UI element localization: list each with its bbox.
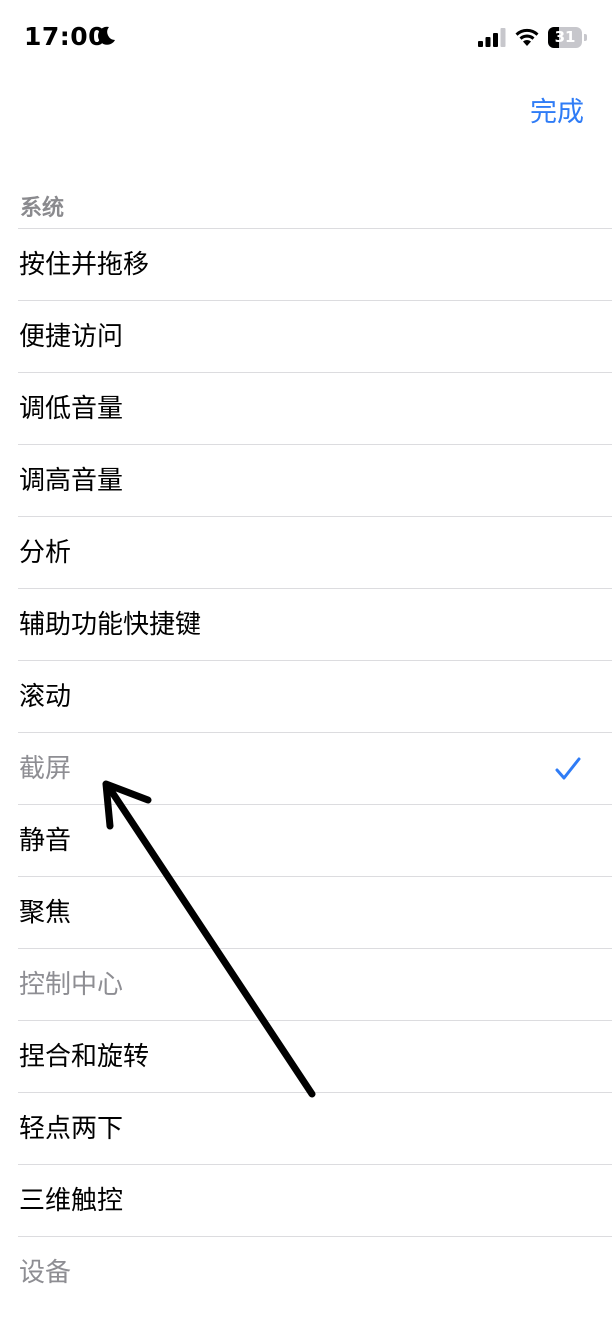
battery-body: 31 <box>548 27 582 48</box>
list-item-label: 按住并拖移 <box>19 250 150 280</box>
list-item-label: 设备 <box>19 1258 72 1288</box>
battery-level: 31 <box>554 28 576 46</box>
list-item-label: 控制中心 <box>19 970 124 1000</box>
settings-list: 按住并拖移便捷访问调低音量调高音量分析辅助功能快捷键 滚动截屏静音聚焦控制中心捏合… <box>18 228 612 1308</box>
moon-icon <box>98 26 115 45</box>
list-item[interactable]: 调低音量 <box>18 372 612 444</box>
list-item[interactable]: 按住并拖移 <box>18 228 612 300</box>
list-item-label: 滚动 <box>19 682 72 712</box>
battery-icon: 31 <box>548 27 588 48</box>
list-item-label: 轻点两下 <box>19 1114 124 1144</box>
section-header: 系统 <box>20 196 65 221</box>
battery-cap <box>584 34 587 41</box>
list-item-label: 捏合和旋转 <box>19 1042 150 1072</box>
list-item-label: 静音 <box>19 826 72 856</box>
list-item-label: 三维触控 <box>19 1186 124 1216</box>
list-item[interactable]: 聚焦 <box>18 876 612 948</box>
list-item[interactable]: 滚动 <box>18 660 612 732</box>
wifi-icon <box>515 28 539 46</box>
list-item[interactable]: 辅助功能快捷键 <box>18 588 612 660</box>
list-item-label: 便捷访问 <box>19 322 124 352</box>
list-item[interactable]: 便捷访问 <box>18 300 612 372</box>
list-item-label: 聚焦 <box>19 898 72 928</box>
done-button[interactable]: 完成 <box>530 90 584 129</box>
list-item-label: 辅助功能快捷键 <box>19 610 202 640</box>
signal-icon <box>478 28 506 47</box>
list-item[interactable]: 三维触控 <box>18 1164 612 1236</box>
list-item[interactable]: 轻点两下 <box>18 1092 612 1164</box>
status-bar: 17:00 31 <box>0 0 612 80</box>
list-item: 截屏 <box>18 732 612 804</box>
list-item: 控制中心 <box>18 948 612 1020</box>
list-item-label: 调低音量 <box>19 394 124 424</box>
list-item[interactable]: 分析 <box>18 516 612 588</box>
list-item-label: 调高音量 <box>19 466 124 496</box>
checkmark-icon <box>555 757 581 780</box>
list-item[interactable]: 捏合和旋转 <box>18 1020 612 1092</box>
list-item-label: 分析 <box>19 538 72 568</box>
list-item[interactable]: 静音 <box>18 804 612 876</box>
status-time: 17:00 <box>24 22 107 51</box>
list-item-label: 截屏 <box>19 754 72 784</box>
list-item: 设备 <box>18 1236 612 1308</box>
list-item[interactable]: 调高音量 <box>18 444 612 516</box>
